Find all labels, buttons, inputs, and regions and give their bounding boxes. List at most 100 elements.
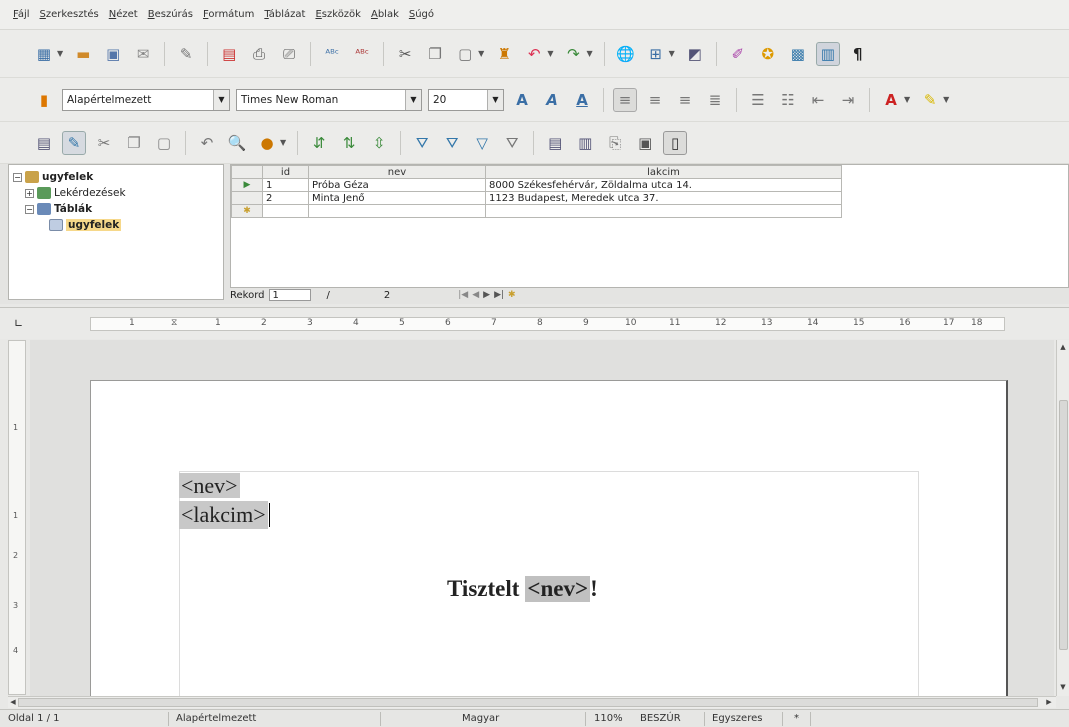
align-right-icon[interactable]: ≡: [673, 88, 697, 112]
mail-merge-icon[interactable]: ⎘: [603, 131, 627, 155]
navigator-icon[interactable]: ✪: [756, 42, 780, 66]
increase-indent-icon[interactable]: ⇥: [836, 88, 860, 112]
menu-edit[interactable]: Szerkesztés: [35, 9, 104, 20]
tree-item-table-ugyfelek[interactable]: ugyfelek: [13, 217, 219, 233]
chevron-down-icon[interactable]: ▼: [213, 89, 229, 110]
styles-icon[interactable]: ▮: [32, 88, 56, 112]
table-row[interactable]: 2 Minta Jenő 1123 Budapest, Meredek utca…: [231, 191, 842, 205]
print-preview-icon[interactable]: ⎚: [277, 42, 301, 66]
status-insert-mode[interactable]: BESZÚR: [636, 712, 681, 726]
tab-stop-type-icon[interactable]: ∟: [14, 317, 23, 330]
row-header[interactable]: [231, 191, 263, 205]
edit-data-icon[interactable]: ✎: [62, 130, 86, 155]
scroll-left-icon[interactable]: ◀: [8, 697, 18, 707]
mail-merge-field-nev[interactable]: <nev>: [179, 473, 240, 498]
ruler-strip[interactable]: 1 ⧖ 1 2 3 4 5 6 7 8 9 10 11 12 13 14 15 …: [90, 317, 1005, 331]
status-language[interactable]: Magyar: [458, 712, 499, 726]
nav-prev-icon[interactable]: ◀: [472, 290, 479, 300]
scrollbar-thumb[interactable]: [1059, 400, 1068, 650]
highlighting-icon[interactable]: ✎: [918, 88, 942, 112]
collapse-icon[interactable]: −: [25, 204, 34, 214]
tree-item-database[interactable]: − ugyfelek: [13, 169, 219, 185]
nav-new-icon[interactable]: ✱: [508, 290, 516, 300]
print-icon[interactable]: ⎙: [247, 42, 271, 66]
cell-id[interactable]: 1: [262, 178, 309, 192]
chevron-down-icon[interactable]: ▼: [904, 95, 910, 104]
sort-descending-icon[interactable]: ⇅: [337, 131, 361, 155]
chevron-down-icon[interactable]: ▼: [487, 89, 503, 110]
redo-icon[interactable]: ↷: [561, 42, 585, 66]
sort-icon[interactable]: ⇳: [367, 131, 391, 155]
mail-merge-field-lakcim[interactable]: <lakcim>: [179, 501, 268, 529]
tree-item-queries[interactable]: + Lekérdezések: [13, 185, 219, 201]
chevron-down-icon[interactable]: ▼: [405, 89, 421, 110]
cut-icon[interactable]: ✂: [92, 131, 116, 155]
cell-nev[interactable]: Próba Géza: [308, 178, 486, 192]
mail-merge-field-nev[interactable]: <nev>: [525, 576, 591, 602]
paste-icon[interactable]: ▢: [453, 42, 477, 66]
form-design-icon[interactable]: ▤: [32, 131, 56, 155]
font-name-select[interactable]: Times New Roman ▼: [236, 88, 422, 111]
standard-filter-icon[interactable]: ▽: [470, 131, 494, 155]
scroll-down-icon[interactable]: ▼: [1058, 682, 1068, 692]
status-zoom[interactable]: 110%: [590, 712, 623, 726]
scrollbar-thumb[interactable]: [18, 698, 1038, 707]
paste-icon[interactable]: ▢: [152, 131, 176, 155]
bold-icon[interactable]: A: [510, 88, 534, 112]
edit-file-icon[interactable]: ✎: [174, 42, 198, 66]
sort-ascending-icon[interactable]: ⇵: [307, 131, 331, 155]
save-icon[interactable]: ▣: [101, 42, 125, 66]
cell-lakcim[interactable]: 1123 Budapest, Meredek utca 37.: [485, 191, 842, 205]
cell-id[interactable]: [262, 204, 309, 218]
formatting-marks-icon[interactable]: ¶: [846, 42, 870, 66]
data-to-fields-icon[interactable]: ▥: [573, 131, 597, 155]
document-page[interactable]: <nev> <lakcim> Tisztelt <nev>!: [90, 380, 1008, 696]
menu-file[interactable]: Fájl: [8, 9, 35, 20]
menu-view[interactable]: Nézet: [104, 9, 143, 20]
apply-filter-icon[interactable]: ⛛: [440, 131, 464, 155]
current-row-icon[interactable]: ▶: [231, 178, 263, 192]
table-row[interactable]: ▶ 1 Próba Géza 8000 Székesfehérvár, Zöld…: [231, 178, 842, 192]
refresh-icon[interactable]: ●: [255, 131, 279, 155]
cell-nev[interactable]: Minta Jenő: [308, 191, 486, 205]
menu-format[interactable]: Formátum: [198, 9, 259, 20]
scroll-right-icon[interactable]: ▶: [1044, 697, 1054, 707]
column-header-lakcim[interactable]: lakcim: [485, 165, 842, 179]
bullets-icon[interactable]: ☷: [776, 88, 800, 112]
expand-icon[interactable]: +: [25, 188, 34, 198]
chevron-down-icon[interactable]: ▼: [943, 95, 949, 104]
chevron-down-icon[interactable]: ▼: [586, 49, 592, 58]
address-line-2[interactable]: <lakcim>: [179, 501, 270, 529]
menu-table[interactable]: Táblázat: [259, 9, 310, 20]
tree-item-tables[interactable]: − Táblák: [13, 201, 219, 217]
column-header-nev[interactable]: nev: [308, 165, 486, 179]
cell-lakcim[interactable]: 8000 Székesfehérvár, Zöldalma utca 14.: [485, 178, 842, 192]
gallery-icon[interactable]: ▩: [786, 42, 810, 66]
copy-icon[interactable]: ❐: [122, 131, 146, 155]
record-number-field[interactable]: 1: [268, 289, 311, 301]
vertical-scrollbar[interactable]: ▲ ▼: [1056, 340, 1069, 696]
scroll-up-icon[interactable]: ▲: [1058, 342, 1068, 352]
address-line-1[interactable]: <nev>: [179, 473, 240, 499]
copy-icon[interactable]: ❐: [423, 42, 447, 66]
align-center-icon[interactable]: ≡: [643, 88, 667, 112]
font-size-select[interactable]: 20 ▼: [428, 88, 504, 111]
email-icon[interactable]: ✉: [131, 42, 155, 66]
justify-icon[interactable]: ≣: [703, 88, 727, 112]
data-to-text-icon[interactable]: ▤: [543, 131, 567, 155]
font-color-icon[interactable]: A: [879, 88, 903, 112]
nav-last-icon[interactable]: ▶|: [494, 290, 504, 300]
cell-lakcim[interactable]: [485, 204, 842, 218]
underline-icon[interactable]: A: [570, 88, 594, 112]
cell-nev[interactable]: [308, 204, 486, 218]
status-page-style[interactable]: Alapértelmezett: [172, 712, 256, 726]
new-record-row[interactable]: ✱: [231, 204, 842, 218]
numbering-icon[interactable]: ☰: [746, 88, 770, 112]
chevron-down-icon[interactable]: ▼: [280, 138, 286, 147]
clone-formatting-icon[interactable]: ♜: [492, 42, 516, 66]
new-record-icon[interactable]: ✱: [231, 204, 263, 218]
horizontal-scrollbar[interactable]: ◀ ▶: [8, 696, 1056, 708]
cut-icon[interactable]: ✂: [393, 42, 417, 66]
hyperlink-icon[interactable]: 🌐: [614, 42, 638, 66]
collapse-icon[interactable]: −: [13, 172, 22, 182]
